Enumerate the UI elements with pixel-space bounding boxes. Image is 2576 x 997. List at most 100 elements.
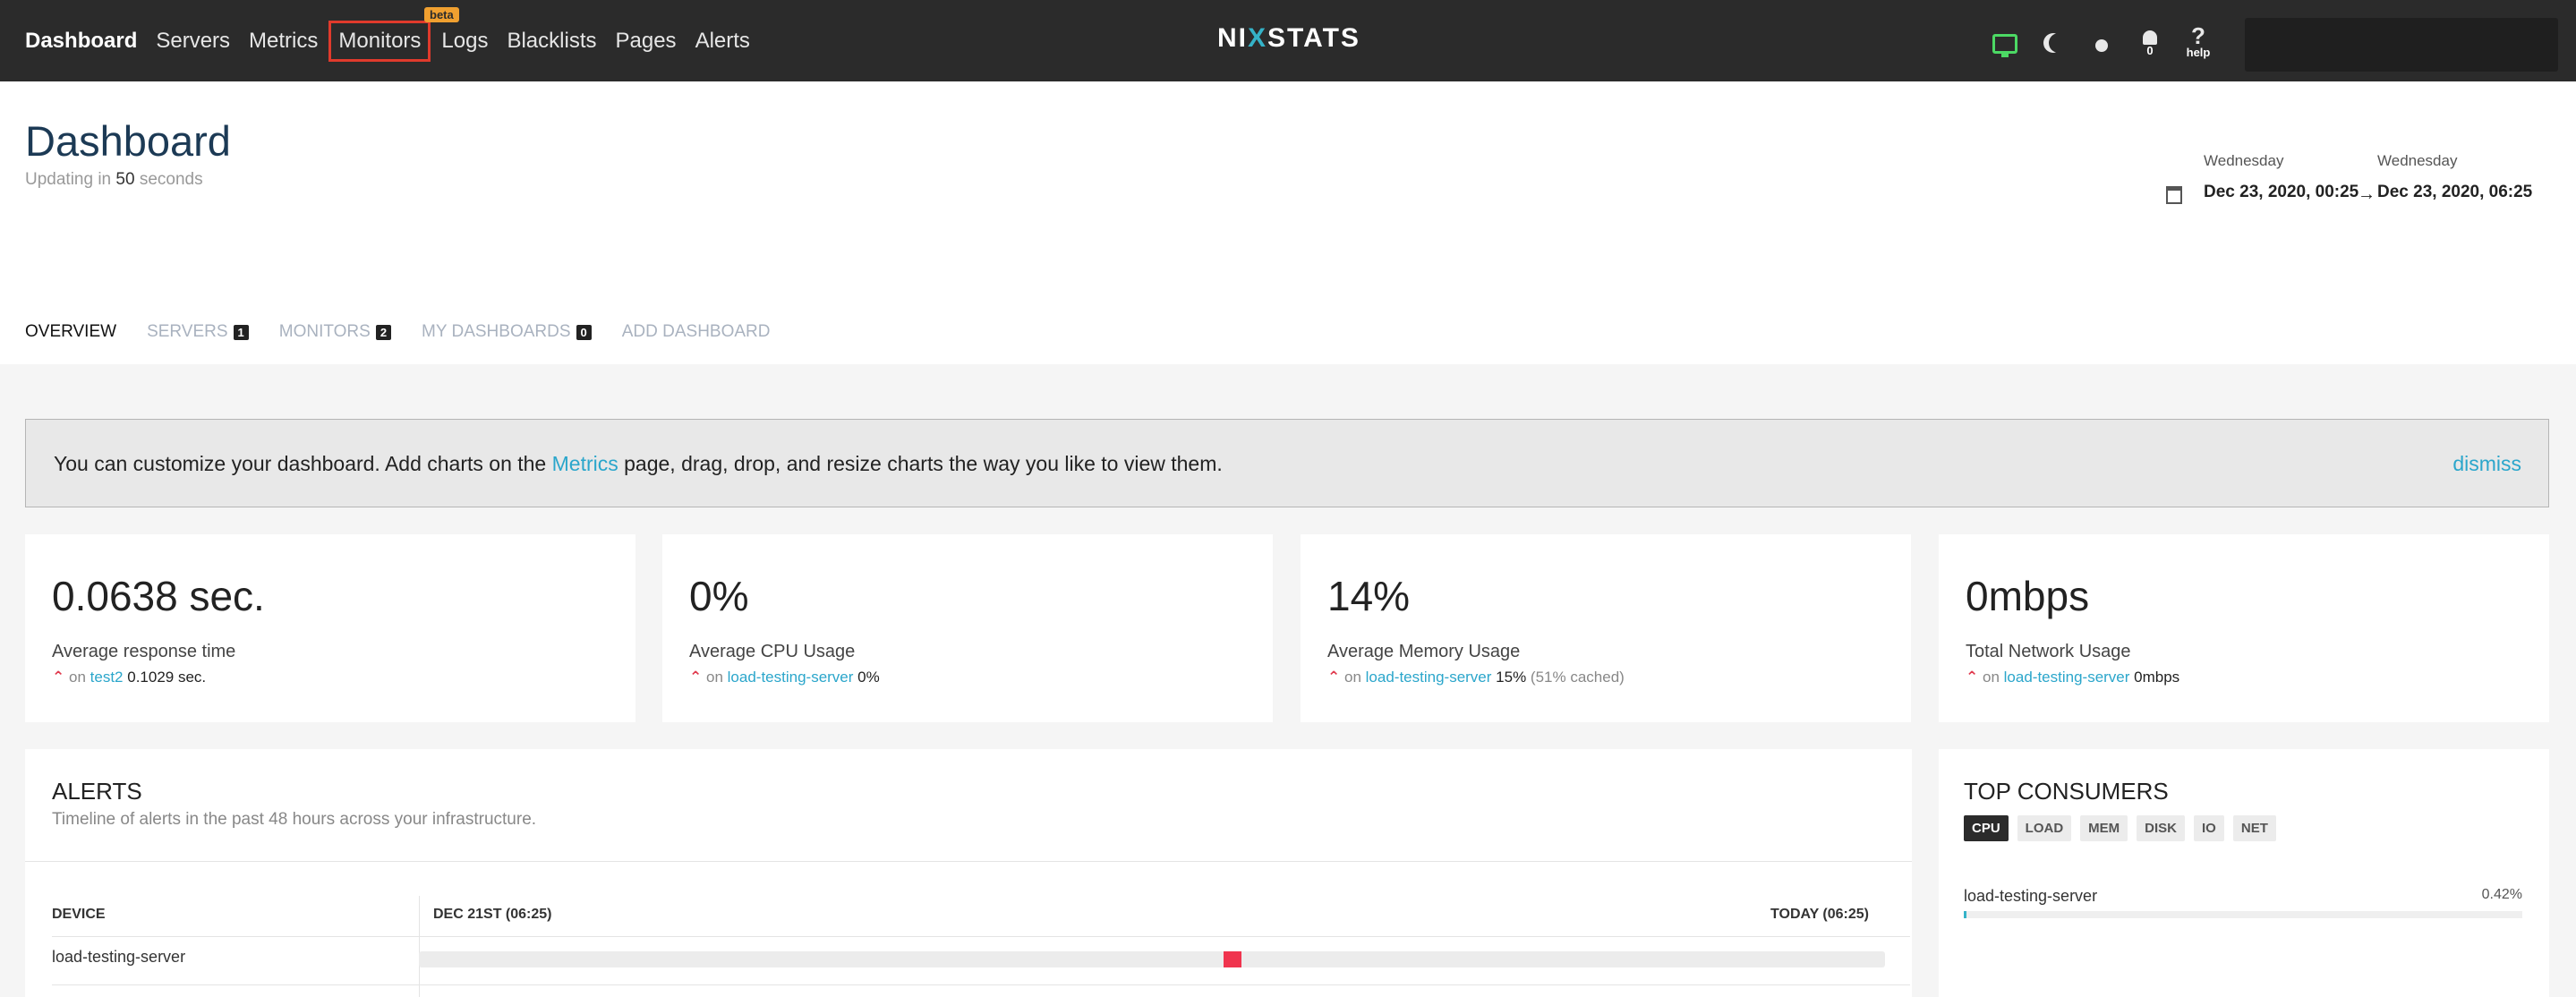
date-to-day: Wednesday (2377, 152, 2458, 169)
consumer-tab-cpu[interactable]: CPU (1964, 815, 2009, 841)
consumer-tab-load[interactable]: LOAD (2017, 815, 2072, 841)
consumer-name[interactable]: load-testing-server (1964, 887, 2097, 906)
update-countdown: Updating in 50 seconds (25, 170, 203, 190)
consumer-value: 0.42% (2481, 887, 2522, 902)
tab-add-dashboard[interactable]: ADD DASHBOARD (622, 322, 771, 342)
display-mode-button[interactable] (1985, 21, 2025, 61)
logo-part: STATS (1267, 23, 1361, 53)
beta-badge: beta (424, 7, 459, 22)
nav-logs[interactable]: Logs (441, 29, 488, 54)
help-icon: ? (2191, 21, 2205, 49)
column-header-device: DEVICE (52, 907, 106, 922)
stat-card-response-time: 0.0638 sec. Average response time ⌃ on t… (25, 534, 635, 722)
top-consumers-panel: TOP CONSUMERS CPU LOAD MEM DISK IO NET l… (1939, 749, 2549, 997)
tab-overview[interactable]: OVERVIEW (25, 322, 116, 342)
stat-on: on (1982, 669, 2000, 686)
nav-blacklists[interactable]: Blacklists (507, 29, 596, 54)
stat-target-link[interactable]: load-testing-server (1366, 669, 1492, 686)
caret-up-icon: ⌃ (52, 669, 65, 686)
tab-servers[interactable]: SERVERS 1 (147, 322, 249, 342)
stat-card-memory: 14% Average Memory Usage ⌃ on load-testi… (1301, 534, 1911, 722)
nav-dashboard[interactable]: Dashboard (25, 29, 137, 54)
tab-label: MONITORS (278, 322, 371, 341)
stat-target-link[interactable]: load-testing-server (728, 669, 854, 686)
top-navbar: Dashboard Servers Metrics Monitors Logs … (0, 0, 2576, 81)
notifications-count: 0 (2146, 43, 2154, 57)
banner-text-before: You can customize your dashboard. Add ch… (54, 452, 547, 475)
column-header-end: TODAY (06:25) (1770, 907, 1869, 922)
updating-seconds: 50 (115, 170, 135, 189)
stat-label: Total Network Usage (1966, 642, 2131, 661)
consumers-title: TOP CONSUMERS (1964, 778, 2169, 805)
nav-alerts[interactable]: Alerts (695, 29, 750, 54)
nixstats-logo[interactable]: NIXSTATS (1217, 23, 1361, 54)
dark-mode-button[interactable] (2034, 21, 2073, 61)
nav-servers[interactable]: Servers (156, 29, 230, 54)
tab-label: SERVERS (147, 322, 228, 341)
tab-label: MY DASHBOARDS (422, 322, 571, 341)
alerts-title: ALERTS (52, 778, 142, 805)
logo-part: NI (1217, 23, 1248, 53)
date-from[interactable]: Wednesday Dec 23, 2020, 00:25 (2204, 152, 2358, 202)
tab-label: ADD DASHBOARD (621, 322, 771, 341)
calendar-icon (2166, 186, 2182, 204)
divider (25, 861, 1912, 862)
stat-value: 0.0638 sec. (52, 573, 265, 619)
alert-device-name[interactable]: load-testing-server (52, 948, 185, 967)
stat-detail-value: 15% (1496, 669, 1527, 686)
consumer-tab-io[interactable]: IO (2194, 815, 2224, 841)
consumer-tab-mem[interactable]: MEM (2080, 815, 2128, 841)
banner-text: You can customize your dashboard. Add ch… (54, 452, 1223, 476)
stat-label: Average CPU Usage (689, 642, 856, 661)
stat-on: on (68, 669, 86, 686)
stat-detail-value: 0mbps (2134, 669, 2180, 686)
consumer-tabs: CPU LOAD MEM DISK IO NET (1964, 815, 2285, 841)
stat-detail: ⌃ on test2 0.1029 sec. (52, 669, 206, 686)
bell-icon (2143, 30, 2157, 45)
dashboard-tabs: OVERVIEW SERVERS 1 MONITORS 2 MY DASHBOARD… (25, 320, 801, 344)
logo-x: X (1248, 23, 1268, 53)
tab-monitors[interactable]: MONITORS 2 (278, 322, 392, 342)
alert-marker[interactable] (1224, 951, 1241, 967)
row-divider (52, 984, 1910, 985)
consumer-tab-disk[interactable]: DISK (2137, 815, 2186, 841)
row-divider (52, 936, 1910, 937)
help-button[interactable]: ? help (2179, 21, 2218, 61)
date-to-value: Dec 23, 2020, 06:25 (2377, 183, 2533, 201)
stat-card-network: 0mbps Total Network Usage ⌃ on load-test… (1939, 534, 2549, 722)
date-to[interactable]: Wednesday Dec 23, 2020, 06:25 (2377, 152, 2532, 202)
tab-count: 1 (233, 324, 249, 340)
main-nav: Dashboard Servers Metrics Monitors Logs … (25, 0, 769, 81)
nav-icons: 0 ? help (1985, 21, 2227, 61)
stat-on: on (1343, 669, 1361, 686)
date-from-value: Dec 23, 2020, 00:25 (2204, 183, 2359, 201)
user-menu[interactable] (2245, 18, 2558, 72)
stat-detail: ⌃ on load-testing-server 15% (51% cached… (1327, 669, 1625, 686)
stat-value: 14% (1327, 573, 1411, 619)
updating-suffix: seconds (139, 170, 203, 189)
dismiss-link[interactable]: dismiss (2452, 452, 2521, 476)
notifications-button[interactable]: 0 (2130, 21, 2170, 61)
tab-count: 2 (375, 324, 392, 340)
metrics-link[interactable]: Metrics (552, 452, 618, 475)
caret-up-icon: ⌃ (689, 669, 703, 686)
monitor-icon (1992, 34, 2017, 57)
stat-label: Average response time (52, 642, 236, 661)
caret-up-icon: ⌃ (1327, 669, 1341, 686)
customize-banner: You can customize your dashboard. Add ch… (25, 419, 2549, 507)
consumer-tab-net[interactable]: NET (2232, 815, 2276, 841)
stat-on: on (705, 669, 723, 686)
status-button[interactable] (2082, 21, 2121, 61)
stat-target-link[interactable]: test2 (90, 669, 124, 686)
alert-timeline (419, 951, 1885, 967)
tab-my-dashboards[interactable]: MY DASHBOARDS 0 (422, 322, 592, 342)
nav-pages[interactable]: Pages (616, 29, 677, 54)
column-separator (419, 896, 420, 997)
nav-monitors[interactable]: Monitors (328, 20, 431, 62)
alerts-subtitle: Timeline of alerts in the past 48 hours … (52, 810, 537, 829)
alerts-panel: ALERTS Timeline of alerts in the past 48… (25, 749, 1912, 997)
banner-text-after: page, drag, drop, and resize charts the … (624, 452, 1223, 475)
stat-detail: ⌃ on load-testing-server 0% (689, 669, 880, 686)
stat-target-link[interactable]: load-testing-server (2004, 669, 2130, 686)
nav-metrics[interactable]: Metrics (249, 29, 318, 54)
